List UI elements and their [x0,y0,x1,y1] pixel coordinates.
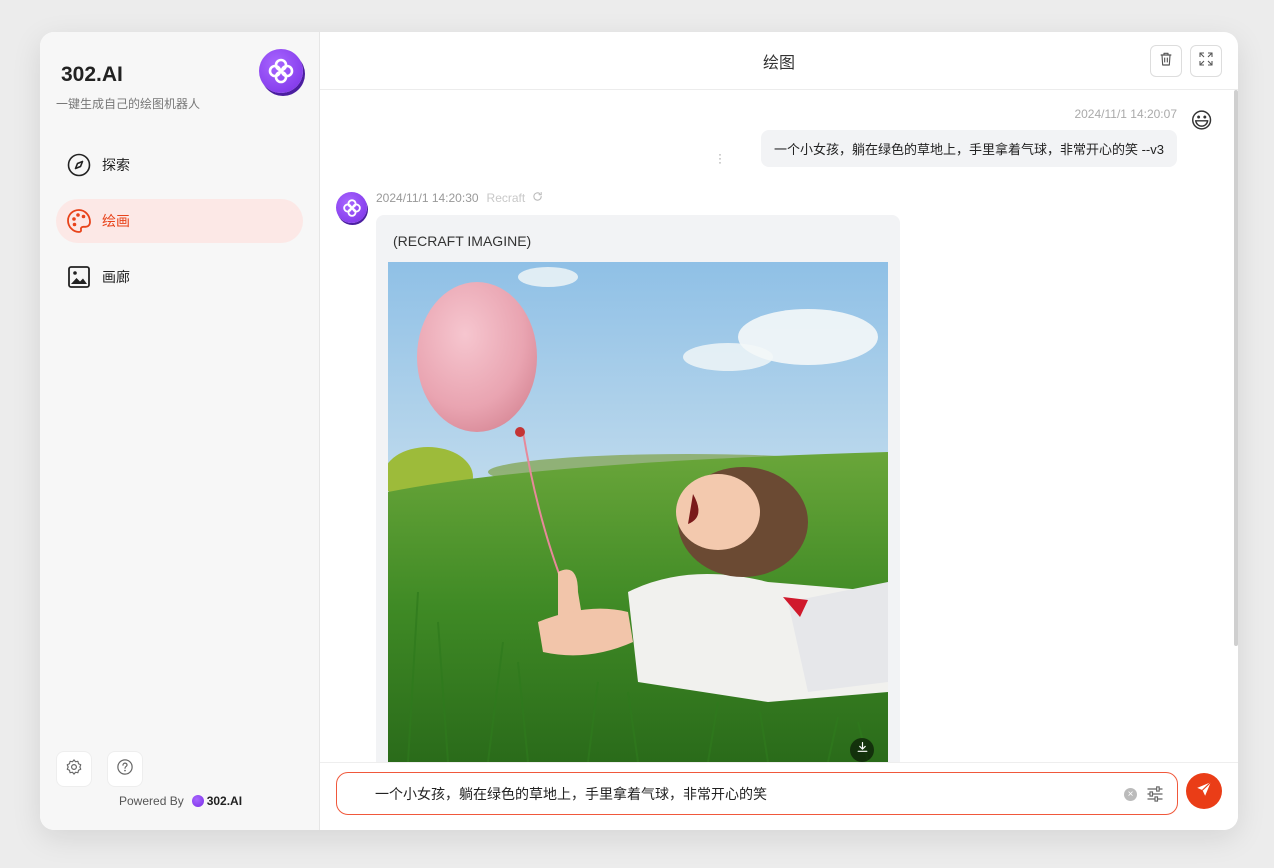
settings-button[interactable] [56,751,92,787]
powered-by-label: Powered By [119,794,184,808]
expand-icon [1198,51,1214,72]
help-button[interactable] [107,751,143,787]
sidebar-item-gallery[interactable]: 画廊 [56,255,303,299]
more-options-icon[interactable]: · · · [718,148,722,168]
compass-icon [66,152,92,178]
prompt-input[interactable] [375,773,1095,814]
bot-model-name: Recraft [486,191,526,205]
bot-message-card: (RECRAFT IMAGINE) [376,215,900,762]
download-icon [856,741,869,759]
brand-logo-icon [259,49,303,93]
refresh-icon[interactable] [532,191,543,205]
sidebar-item-paint[interactable]: 绘画 [56,199,303,243]
send-icon [1195,780,1213,803]
sidebar-item-label: 画廊 [102,269,130,285]
bot-message-title: (RECRAFT IMAGINE) [393,233,532,249]
sidebar-item-explore[interactable]: 探索 [56,143,303,187]
page-title: 绘图 [762,54,795,72]
user-avatar: 😃 [1190,108,1213,133]
user-message-bubble: 一个小女孩，躺在绿色的草地上，手里拿着气球，非常开心的笑 --v3 [760,130,1177,167]
image-icon [66,264,92,290]
app-window: 302.AI 一键生成自己的绘图机器人 探索 绘画 画廊 Powered By … [40,32,1238,830]
sidebar-nav: 探索 绘画 画廊 [56,143,303,311]
sidebar: 302.AI 一键生成自己的绘图机器人 探索 绘画 画廊 Powered By … [40,32,320,830]
send-button[interactable] [1186,773,1222,809]
input-area: × [320,762,1238,830]
fullscreen-button[interactable] [1190,45,1222,77]
chat-scrollbar[interactable] [1234,90,1238,646]
bot-message-meta: 2024/11/1 14:20:30 Recraft [376,191,543,205]
trash-icon [1158,51,1174,72]
sidebar-item-label: 绘画 [102,213,130,229]
powered-by: Powered By 302.AI [119,794,242,808]
clear-input-icon[interactable]: × [1124,788,1137,801]
chat-area[interactable]: 2024/11/1 14:20:07 😃 · · · 一个小女孩，躺在绿色的草地上，… [320,90,1238,762]
help-icon [116,758,134,781]
bot-message-timestamp: 2024/11/1 14:20:30 [376,191,479,205]
brand-mini-logo-icon [191,795,204,807]
main-panel: 绘图 2024/11/1 14:20:07 😃 · · · 一个小女孩，躺在绿色… [320,32,1238,830]
gear-icon [65,758,83,781]
bot-avatar [336,192,367,223]
download-button[interactable] [850,738,874,762]
generated-image[interactable] [388,262,888,762]
sidebar-item-label: 探索 [102,157,130,173]
prompt-input-box: × [336,772,1178,815]
brand-name: 302.AI [61,63,123,86]
user-message-timestamp: 2024/11/1 14:20:07 [1074,107,1177,121]
brand-tagline: 一键生成自己的绘图机器人 [56,97,201,111]
palette-icon [66,208,92,234]
clear-chat-button[interactable] [1150,45,1182,77]
header: 绘图 [320,32,1238,90]
powered-by-brand[interactable]: 302.AI [207,794,242,808]
sliders-icon[interactable] [1145,784,1165,809]
